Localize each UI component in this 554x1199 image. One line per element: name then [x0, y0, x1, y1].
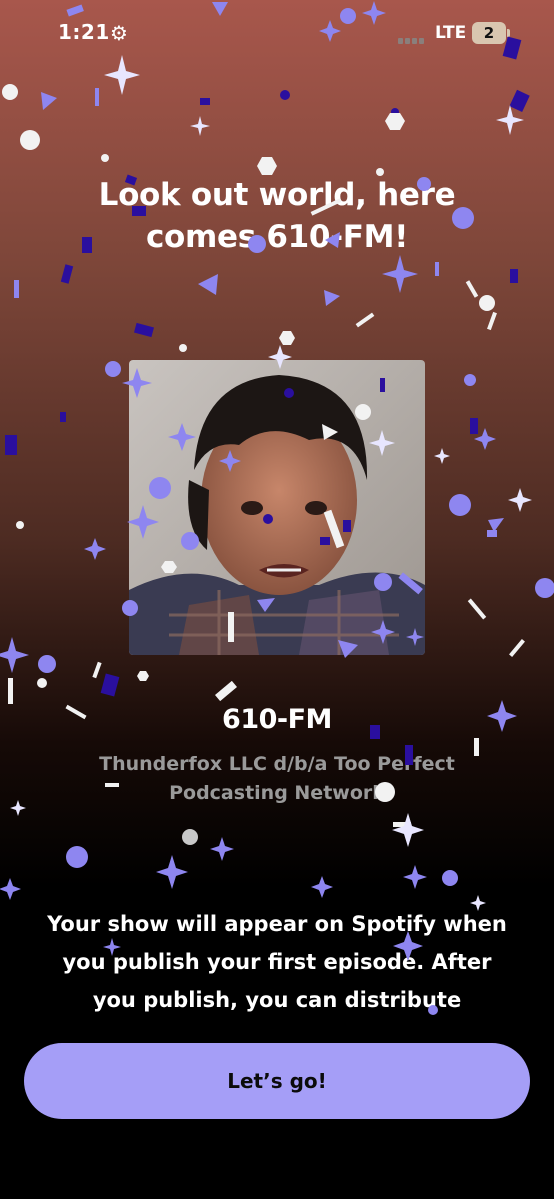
lets-go-button[interactable]: Let’s go!	[24, 1043, 530, 1119]
signal-icon	[398, 29, 426, 48]
gear-icon: ⚙	[110, 21, 128, 45]
show-publisher: Thunderfox LLC d/b/a Too Perfect Podcast…	[99, 753, 455, 804]
battery-icon: 2	[472, 22, 506, 44]
celebration-screen: 1:21 ⚙ LTE 2 Look out world, here comes …	[0, 0, 554, 1199]
show-cover-image	[129, 360, 425, 655]
status-time: 1:21	[58, 20, 110, 44]
network-label: LTE	[435, 23, 467, 43]
publish-info-text: Your show will appear on Spotify when yo…	[47, 912, 507, 1012]
show-title: 610-FM	[222, 704, 332, 735]
battery-tip	[507, 29, 510, 37]
status-bar: 1:21 ⚙ LTE 2	[0, 0, 554, 66]
celebration-headline: Look out world, here comes 610-FM!	[98, 177, 456, 255]
